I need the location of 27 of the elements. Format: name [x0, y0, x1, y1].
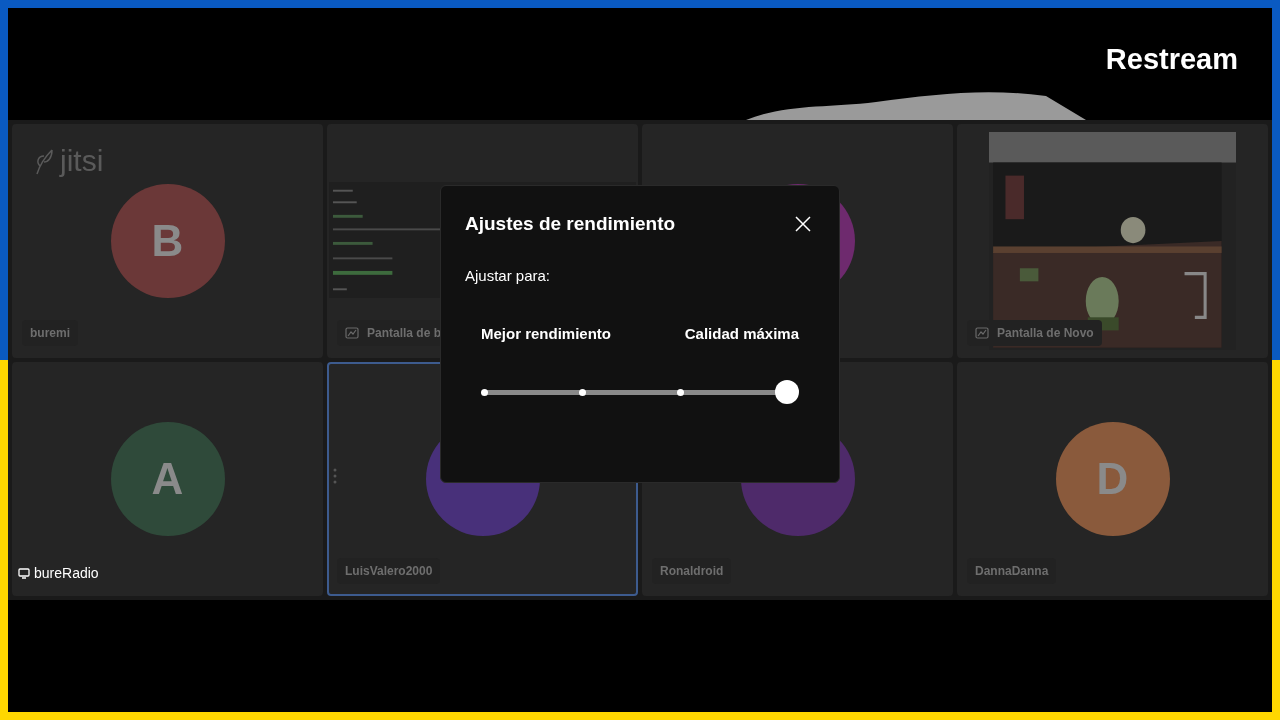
participant-name: LuisValero2000 [345, 563, 433, 580]
monitor-icon [18, 568, 30, 579]
participant-name: DannaDanna [975, 563, 1049, 580]
high-label: Calidad máxima [684, 324, 799, 344]
avatar-initial: A [151, 453, 184, 505]
stream-caption: bureRadio [34, 564, 99, 583]
slider-stop-icon [579, 388, 586, 396]
dialog-title: Ajustes de rendimiento [465, 212, 676, 236]
quality-slider[interactable] [481, 379, 799, 404]
participant-tile[interactable]: A bureRadio [12, 362, 323, 596]
participant-name: Pantalla de Novo [997, 325, 1094, 342]
slider-thumb[interactable] [775, 379, 799, 404]
participant-tile[interactable]: Pantalla de Novo [957, 124, 1268, 358]
low-label: Mejor rendimiento [481, 324, 611, 344]
participant-tile[interactable]: D DannaDanna [957, 362, 1268, 596]
leaf-logo-icon [34, 146, 56, 176]
participant-name: buremi [30, 325, 70, 342]
slider-stop-icon [677, 388, 684, 396]
brand-logo: Restream [1105, 42, 1238, 77]
participant-name: Pantalla de b [367, 325, 442, 342]
screen-share-icon [345, 327, 359, 339]
avatar-initial: D [1096, 453, 1129, 505]
slider-stop-icon [481, 388, 488, 396]
screen-share-icon [975, 327, 989, 339]
adjust-label: Ajustar para: [465, 265, 552, 286]
participant-name: Ronaldroid [660, 563, 724, 580]
avatar-initial: B [151, 215, 184, 267]
